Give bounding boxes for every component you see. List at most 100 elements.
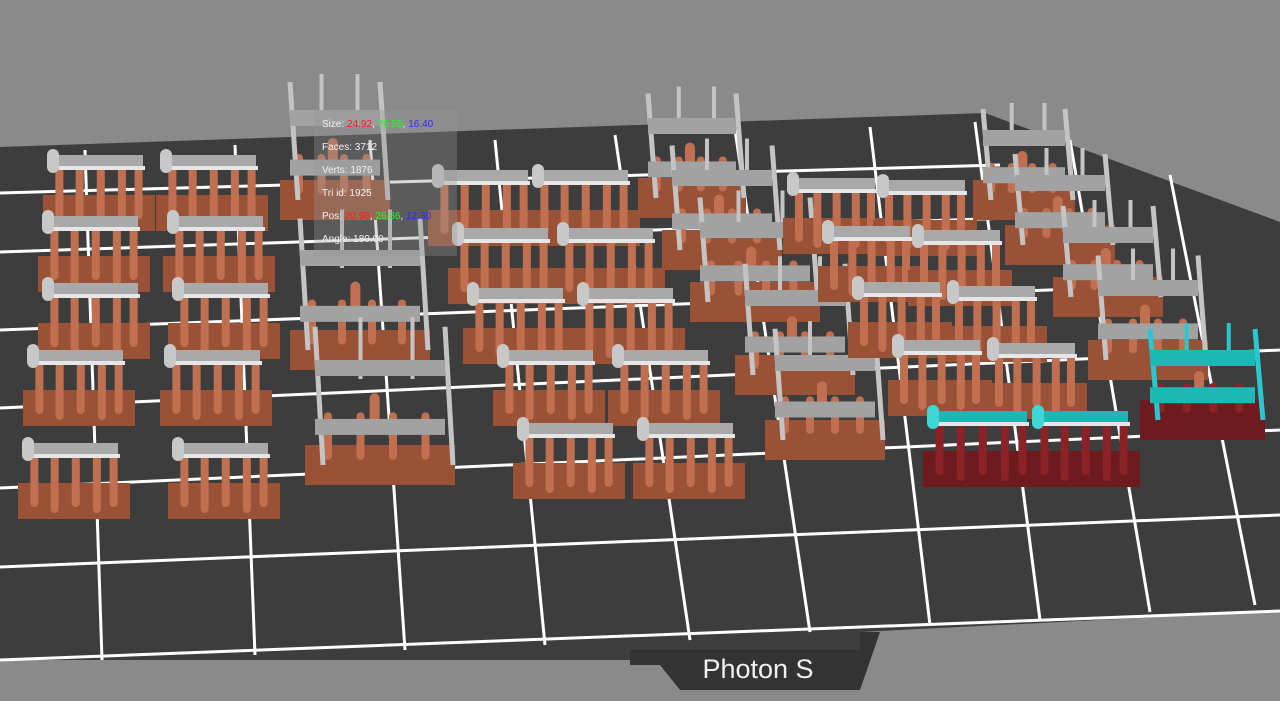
model-edge [918, 241, 1002, 245]
support-pillar [134, 167, 143, 219]
tri-id-row: Tri id: 1925 [322, 188, 372, 199]
support-pillar [525, 362, 534, 420]
support-pillar [200, 455, 209, 513]
model-edge [458, 239, 550, 243]
model-edge [503, 361, 595, 365]
model-roller [852, 276, 864, 300]
model-edge [643, 434, 735, 438]
support-pillar [242, 295, 251, 353]
support-pillar [50, 295, 59, 347]
frame-shelf [1063, 227, 1153, 243]
support-pillar [112, 228, 121, 286]
support-pillar [619, 182, 628, 234]
support-pillar [129, 295, 138, 347]
model-roller [42, 277, 54, 301]
support-pillar [1060, 423, 1069, 481]
support-pillar [932, 294, 940, 346]
model-roller [42, 210, 54, 234]
model [633, 417, 745, 499]
support-pillar [554, 300, 563, 352]
model-roller [822, 220, 834, 244]
support-pillar [221, 455, 230, 507]
support-pillar [813, 190, 822, 248]
frame-shelf [1150, 350, 1255, 366]
support-pillar [516, 300, 525, 352]
model-roller [47, 149, 59, 173]
support-pillar [682, 362, 691, 420]
support-pillar [956, 423, 965, 481]
frame-shelf [775, 401, 875, 418]
support-pillar [1040, 423, 1049, 475]
model-roller [172, 277, 184, 301]
support-pillar [180, 295, 189, 347]
model-edge [563, 239, 655, 243]
support-pillar [566, 435, 575, 487]
support-pillar [55, 167, 64, 219]
support-pillar [55, 362, 64, 420]
support-pillar [540, 182, 549, 234]
frame-shelf [1015, 212, 1105, 229]
support-pillar [707, 435, 716, 493]
support-pillar [96, 167, 105, 219]
model-roller [1032, 405, 1044, 429]
support-pillar [860, 294, 868, 346]
support-pillar [546, 362, 555, 414]
frame-shelf [700, 265, 810, 282]
support-pillar [172, 362, 181, 414]
support-pillar [585, 300, 594, 352]
support-pillar [545, 435, 554, 493]
model-edge [178, 454, 270, 458]
model-edge [953, 297, 1037, 301]
support-pillar [259, 295, 268, 347]
support-pillar [525, 435, 534, 487]
3d-viewport[interactable]: Photon S [0, 0, 1280, 701]
support-pillar [237, 228, 246, 286]
support-pillar [35, 362, 44, 414]
model-roller [787, 172, 799, 196]
model-roller [167, 210, 179, 234]
support-pillar [247, 167, 256, 219]
support-pillar [30, 455, 39, 507]
model-info-overlay: Size: 24.92, 76.95, 16.40 Faces: 3712 Ve… [314, 110, 457, 256]
support-pillar [537, 300, 546, 358]
support-pillar [200, 295, 209, 353]
support-pillar [1067, 355, 1075, 407]
model-edge [178, 294, 270, 298]
support-pillar [724, 435, 733, 487]
model-roller [637, 417, 649, 441]
selected-model [1028, 405, 1140, 487]
support-pillar [978, 423, 987, 475]
support-pillar [76, 362, 85, 414]
frame-shelf [1063, 264, 1153, 281]
support-pillar [180, 455, 189, 507]
frame-shelf [983, 130, 1065, 146]
support-pillar [1013, 355, 1022, 413]
support-pillar [50, 455, 59, 513]
support-pillar [584, 362, 593, 414]
model-edge [993, 354, 1077, 358]
support-pillar [70, 295, 79, 353]
support-pillar [620, 362, 629, 414]
support-pillar [581, 182, 590, 234]
model-roller [160, 149, 172, 173]
support-pillar [900, 352, 908, 404]
support-pillar [830, 238, 838, 290]
verts-row: Verts: 1876 [322, 165, 373, 176]
model-roller [612, 344, 624, 368]
support-pillar [213, 362, 222, 414]
model [493, 344, 605, 426]
support-pillar [647, 300, 656, 358]
support-pillar [935, 423, 944, 475]
model-edge [473, 299, 565, 303]
support-pillar [878, 294, 887, 352]
support-pillar [565, 240, 574, 292]
model-edge [898, 351, 982, 355]
model-edge [33, 361, 125, 365]
model-roller [467, 282, 479, 306]
support-pillar [251, 362, 260, 414]
support-pillar [92, 455, 101, 513]
model-edge [170, 361, 262, 365]
model-edge [48, 227, 140, 231]
support-pillar [259, 455, 268, 507]
size-row: Size: 24.92, 76.95, 16.40 [322, 119, 434, 130]
